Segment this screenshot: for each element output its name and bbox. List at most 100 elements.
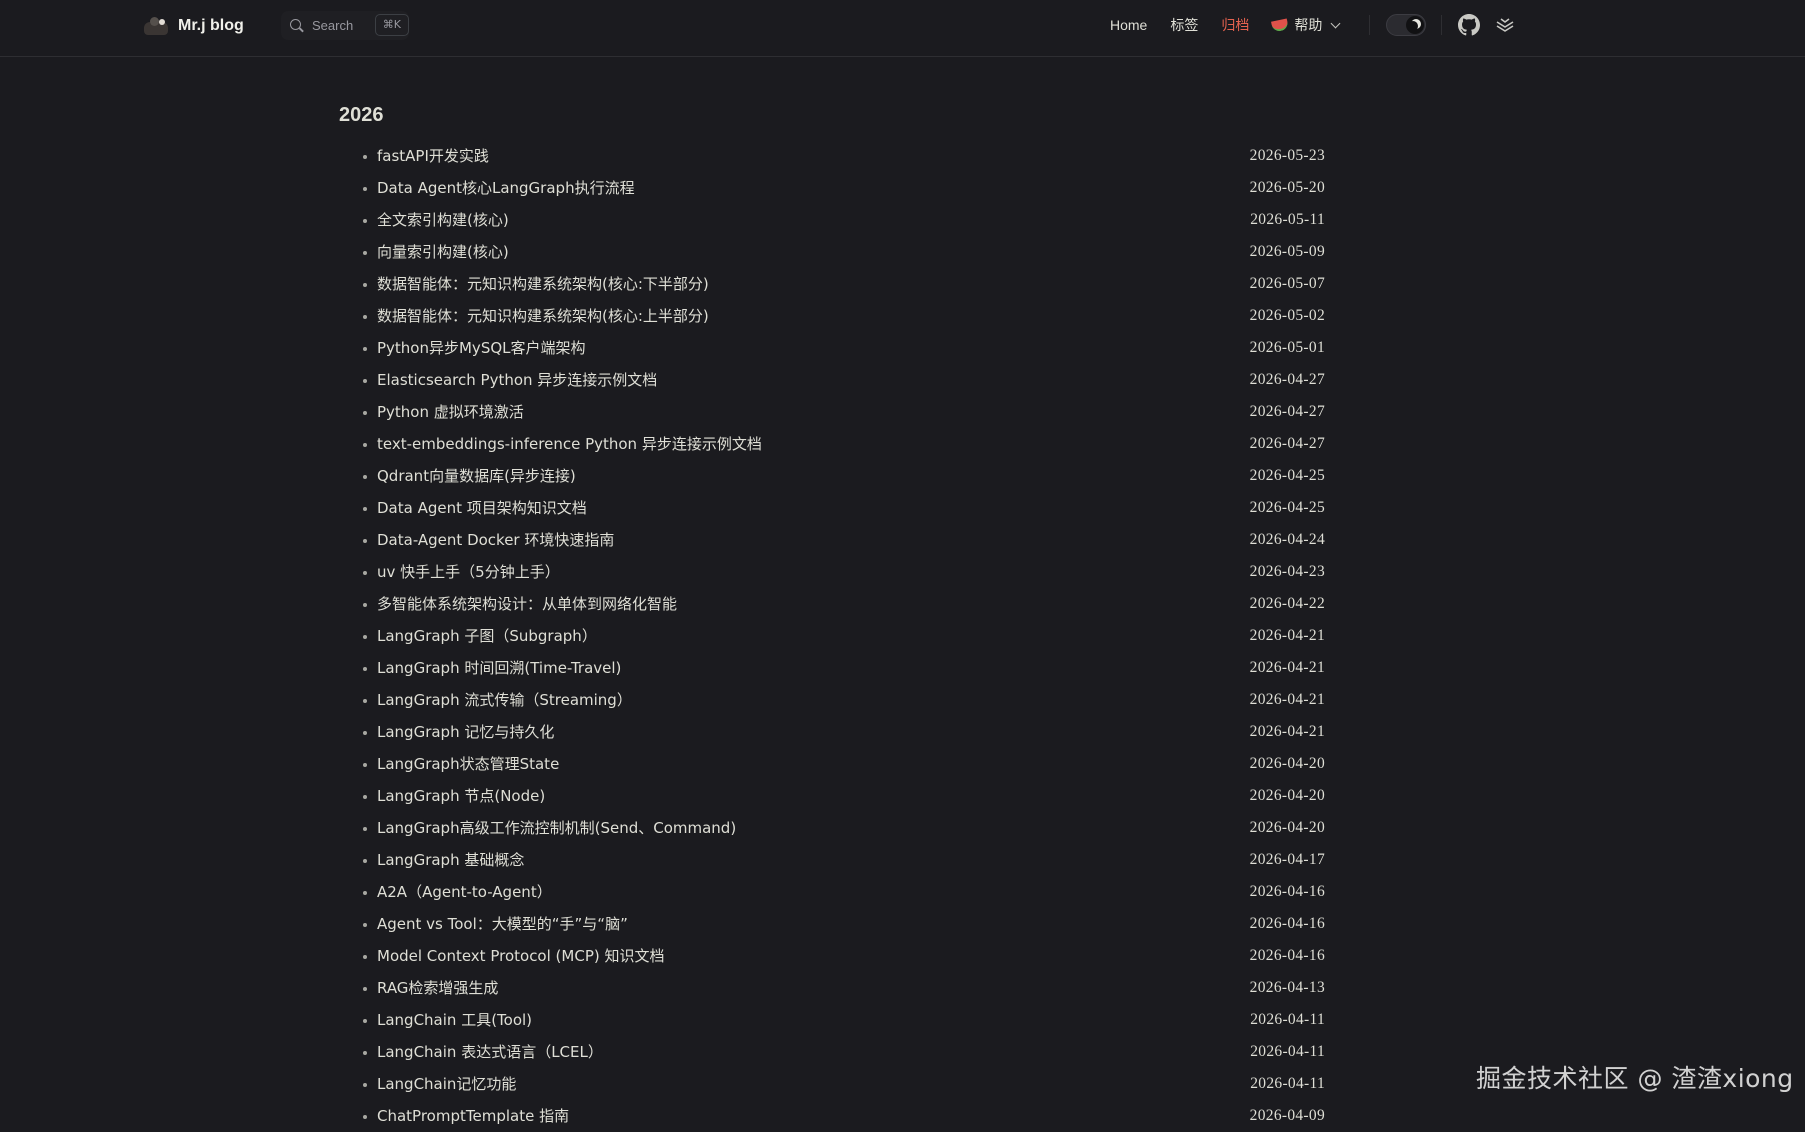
post-date: 2026-04-24: [1249, 531, 1325, 548]
post-date: 2026-05-07: [1249, 275, 1325, 292]
bullet-icon: [363, 635, 367, 639]
post-title-link[interactable]: text-embeddings-inference Python 异步连接示例文…: [377, 428, 762, 460]
post-title-link[interactable]: 数据智能体：元知识构建系统架构(核心:下半部分): [377, 268, 709, 300]
post-date: 2026-05-01: [1249, 339, 1325, 356]
post-title-link[interactable]: LangGraph 基础概念: [377, 844, 524, 876]
post-title-link[interactable]: Qdrant向量数据库(异步连接): [377, 460, 576, 492]
post-title-link[interactable]: LangGraph 记忆与持久化: [377, 716, 554, 748]
bullet-icon: [363, 379, 367, 383]
post-date: 2026-04-23: [1249, 563, 1325, 580]
post-title-link[interactable]: Agent vs Tool：大模型的“手”与“脑”: [377, 908, 628, 940]
post-title-link[interactable]: LangGraph状态管理State: [377, 748, 559, 780]
search-placeholder: Search: [312, 18, 354, 33]
bullet-icon: [363, 155, 367, 159]
post-title-link[interactable]: LangGraph 时间回溯(Time-Travel): [377, 652, 621, 684]
post-title-link[interactable]: LangGraph高级工作流控制机制(Send、Command): [377, 812, 736, 844]
post-title-link[interactable]: LangGraph 子图（Subgraph）: [377, 620, 597, 652]
bullet-icon: [363, 603, 367, 607]
nav-links: Home 标签 归档 帮助: [1110, 0, 1341, 50]
post-date: 2026-04-27: [1249, 403, 1325, 420]
post-title-link[interactable]: uv 快手上手（5分钟上手）: [377, 556, 560, 588]
search-button[interactable]: Search ⌘K: [281, 11, 409, 40]
post-title-link[interactable]: Python异步MySQL客户端架构: [377, 332, 586, 364]
post-title-link[interactable]: fastAPI开发实践: [377, 140, 489, 172]
nav-help-dropdown[interactable]: 帮助: [1271, 15, 1341, 35]
bullet-icon: [363, 987, 367, 991]
post-title-link[interactable]: Model Context Protocol (MCP) 知识文档: [377, 940, 664, 972]
post-list-item: LangChain记忆功能 2026-04-11: [339, 1068, 1325, 1100]
post-list-item: Python 虚拟环境激活 2026-04-27: [339, 396, 1325, 428]
post-title-link[interactable]: LangGraph 流式传输（Streaming）: [377, 684, 632, 716]
bullet-icon: [363, 1115, 367, 1119]
bullet-icon: [363, 507, 367, 511]
post-title-link[interactable]: Data-Agent Docker 环境快速指南: [377, 524, 614, 556]
post-title-link[interactable]: Data Agent核心LangGraph执行流程: [377, 172, 635, 204]
chevron-down-icon: [1330, 18, 1341, 28]
bullet-icon: [363, 827, 367, 831]
post-title-link[interactable]: ChatPromptTemplate 指南: [377, 1100, 569, 1132]
post-title-link[interactable]: 向量索引构建(核心): [377, 236, 509, 268]
post-list-item: LangChain 工具(Tool) 2026-04-11: [339, 1004, 1325, 1036]
post-list-item: LangGraph高级工作流控制机制(Send、Command) 2026-04-…: [339, 812, 1325, 844]
bullet-icon: [363, 347, 367, 351]
post-title-link[interactable]: RAG检索增强生成: [377, 972, 498, 1004]
post-list-item: 全文索引构建(核心) 2026-05-11: [339, 204, 1325, 236]
post-list: fastAPI开发实践 2026-05-23 Data Agent核心LangGra…: [339, 140, 1325, 1132]
github-icon[interactable]: [1458, 14, 1480, 36]
post-title-link[interactable]: A2A（Agent-to-Agent）: [377, 876, 552, 908]
post-list-item: ChatPromptTemplate 指南 2026-04-09: [339, 1100, 1325, 1132]
nav-link-tags[interactable]: 标签: [1170, 15, 1198, 35]
post-date: 2026-04-21: [1249, 691, 1325, 708]
post-date: 2026-04-09: [1249, 1107, 1325, 1124]
post-list-item: Elasticsearch Python 异步连接示例文档 2026-04-27: [339, 364, 1325, 396]
post-title-link[interactable]: 全文索引构建(核心): [377, 204, 509, 236]
nav-link-home[interactable]: Home: [1110, 17, 1147, 33]
post-title-link[interactable]: LangChain 工具(Tool): [377, 1004, 532, 1036]
post-date: 2026-04-11: [1250, 1011, 1325, 1028]
post-title-link[interactable]: LangChain记忆功能: [377, 1068, 516, 1100]
post-list-item: RAG检索增强生成 2026-04-13: [339, 972, 1325, 1004]
post-title-link[interactable]: Elasticsearch Python 异步连接示例文档: [377, 364, 657, 396]
post-list-item: Model Context Protocol (MCP) 知识文档 2026-04…: [339, 940, 1325, 972]
post-title-link[interactable]: LangGraph 节点(Node): [377, 780, 545, 812]
layers-icon[interactable]: [1494, 14, 1516, 36]
post-date: 2026-05-11: [1250, 211, 1325, 228]
post-title-link[interactable]: LangChain 表达式语言（LCEL）: [377, 1036, 603, 1068]
post-date: 2026-04-27: [1249, 435, 1325, 452]
nav-link-archive[interactable]: 归档: [1221, 15, 1249, 35]
site-brand[interactable]: Mr.j blog: [144, 13, 244, 39]
bullet-icon: [363, 187, 367, 191]
post-list-item: fastAPI开发实践 2026-05-23: [339, 140, 1325, 172]
bullet-icon: [363, 1051, 367, 1055]
post-date: 2026-04-27: [1249, 371, 1325, 388]
post-date: 2026-04-25: [1249, 467, 1325, 484]
post-date: 2026-05-09: [1249, 243, 1325, 260]
bullet-icon: [363, 795, 367, 799]
post-date: 2026-04-22: [1249, 595, 1325, 612]
post-date: 2026-04-16: [1249, 915, 1325, 932]
post-title-link[interactable]: 数据智能体：元知识构建系统架构(核心:上半部分): [377, 300, 709, 332]
post-date: 2026-04-17: [1249, 851, 1325, 868]
post-date: 2026-04-21: [1249, 659, 1325, 676]
bullet-icon: [363, 955, 367, 959]
post-list-item: LangGraph状态管理State 2026-04-20: [339, 748, 1325, 780]
bullet-icon: [363, 731, 367, 735]
bullet-icon: [363, 411, 367, 415]
post-list-item: uv 快手上手（5分钟上手） 2026-04-23: [339, 556, 1325, 588]
bullet-icon: [363, 315, 367, 319]
post-title-link[interactable]: 多智能体系统架构设计：从单体到网络化智能: [377, 588, 677, 620]
post-title-link[interactable]: Data Agent 项目架构知识文档: [377, 492, 587, 524]
bullet-icon: [363, 475, 367, 479]
bullet-icon: [363, 763, 367, 767]
post-title-link[interactable]: Python 虚拟环境激活: [377, 396, 524, 428]
theme-toggle[interactable]: [1386, 14, 1426, 36]
post-date: 2026-04-13: [1249, 979, 1325, 996]
post-date: 2026-04-11: [1250, 1043, 1325, 1060]
post-list-item: Data Agent 项目架构知识文档 2026-04-25: [339, 492, 1325, 524]
post-list-item: Data-Agent Docker 环境快速指南 2026-04-24: [339, 524, 1325, 556]
post-date: 2026-04-20: [1249, 755, 1325, 772]
post-date: 2026-04-16: [1249, 947, 1325, 964]
post-date: 2026-04-16: [1249, 883, 1325, 900]
bullet-icon: [363, 891, 367, 895]
post-list-item: LangGraph 基础概念 2026-04-17: [339, 844, 1325, 876]
